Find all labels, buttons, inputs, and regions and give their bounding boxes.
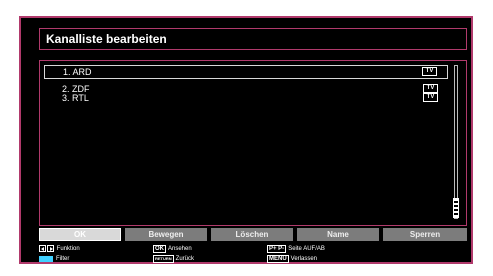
page-title: Kanalliste bearbeiten bbox=[39, 28, 467, 50]
channel-row-1[interactable]: 1. ARD TV bbox=[44, 65, 448, 79]
tv-menu-screen: Kanalliste bearbeiten 1. ARD TV 2. ZDF T… bbox=[19, 16, 473, 264]
legend-function-label: Funktion bbox=[56, 246, 80, 252]
name-button[interactable]: Name bbox=[297, 228, 379, 241]
menu-key-icon: MENU bbox=[267, 255, 289, 263]
legend-function: Funktion bbox=[39, 245, 80, 253]
legend-back-label: Zurück bbox=[175, 256, 195, 262]
scrollbar[interactable] bbox=[453, 65, 459, 219]
channel-row-3[interactable]: 3. RTL TV bbox=[44, 91, 448, 105]
legend-page-label: Seite AUF/AB bbox=[288, 246, 325, 252]
channel-label: 3. RTL bbox=[62, 93, 89, 103]
action-bar: OK Bewegen Löschen Name Sperren bbox=[39, 228, 467, 241]
channel-list: 1. ARD TV 2. ZDF TV 3. RTL TV bbox=[39, 60, 467, 226]
legend-exit-label: Verlassen bbox=[290, 256, 318, 262]
ok-key-icon: OK bbox=[153, 245, 166, 253]
legend-filter: Filter bbox=[39, 255, 69, 263]
return-key-icon: RETURN bbox=[153, 255, 174, 263]
legend-filter-label: Filter bbox=[56, 256, 70, 262]
tv-badge: TV bbox=[423, 93, 438, 102]
legend-exit: MENU Verlassen bbox=[267, 255, 317, 263]
delete-button[interactable]: Löschen bbox=[211, 228, 293, 241]
arrow-right-icon bbox=[47, 245, 54, 252]
arrow-left-icon bbox=[39, 245, 46, 252]
scroll-thumb[interactable] bbox=[453, 198, 459, 218]
legend-back: RETURN Zurück bbox=[153, 255, 194, 263]
page-key-icon: P+ P- bbox=[267, 245, 287, 253]
move-button[interactable]: Bewegen bbox=[125, 228, 207, 241]
lock-button[interactable]: Sperren bbox=[383, 228, 467, 241]
channel-label: 1. ARD bbox=[63, 67, 92, 77]
legend-view-label: Ansehen bbox=[168, 246, 192, 252]
legend-page: P+ P- Seite AUF/AB bbox=[267, 245, 325, 253]
ok-button[interactable]: OK bbox=[39, 228, 121, 241]
blue-key-icon bbox=[39, 256, 53, 262]
tv-badge: TV bbox=[422, 67, 437, 76]
legend-view: OK Ansehen bbox=[153, 245, 192, 253]
